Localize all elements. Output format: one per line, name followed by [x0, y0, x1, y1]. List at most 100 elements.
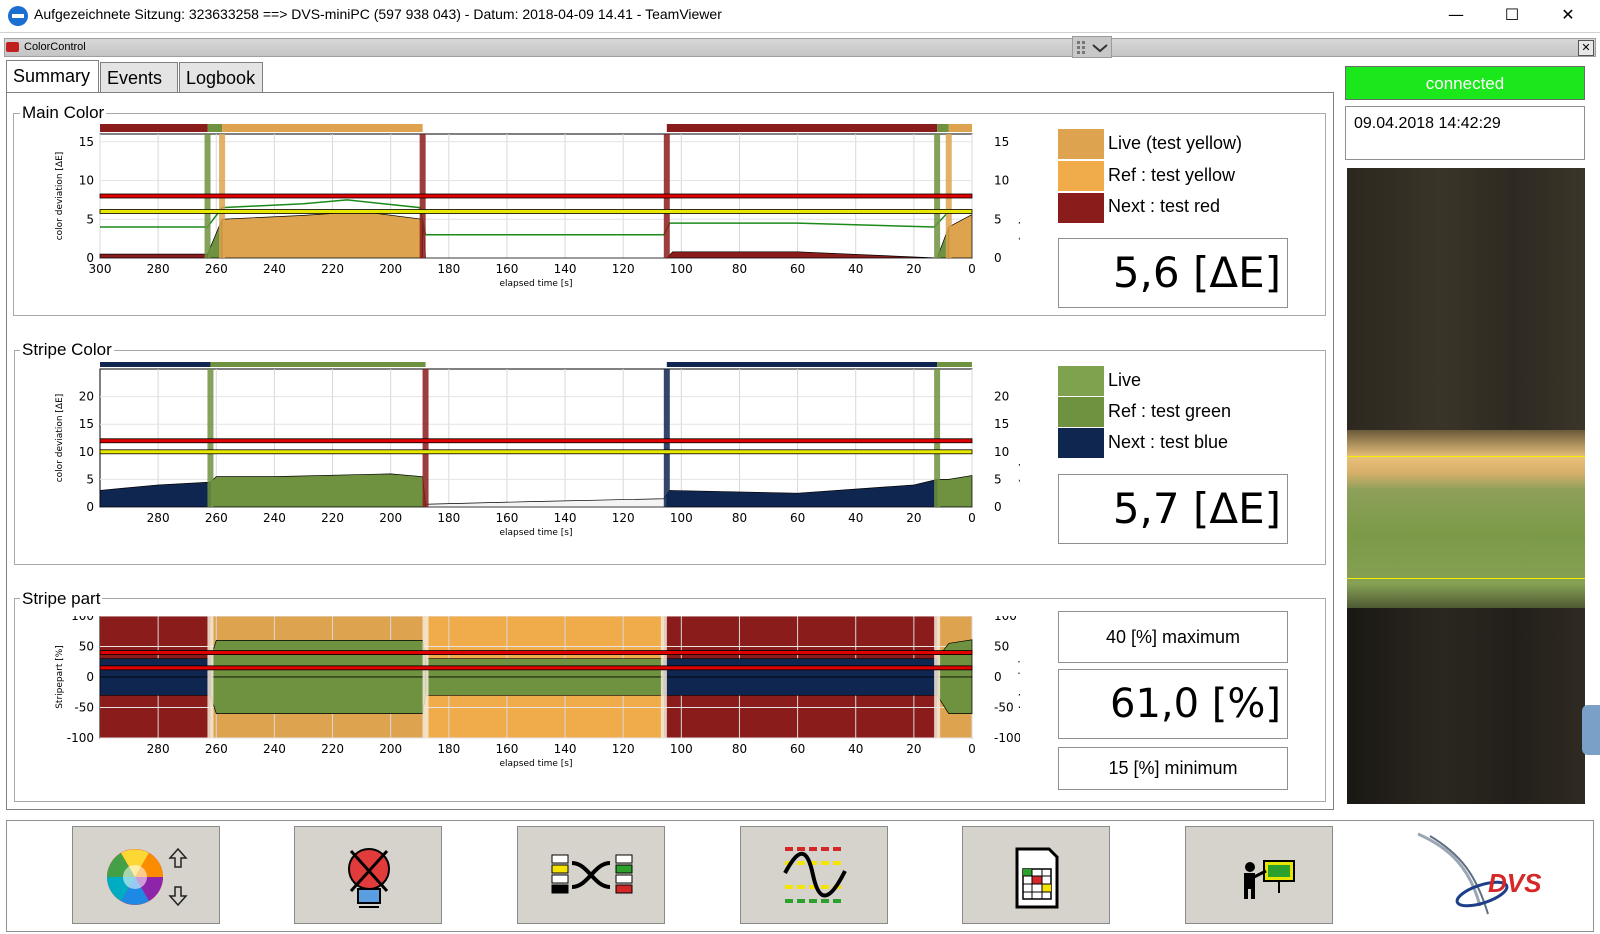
lamp-off-button[interactable] — [294, 826, 442, 924]
x-tick-label: 220 — [321, 742, 344, 756]
transition-marker — [934, 616, 941, 738]
series-area — [663, 676, 938, 696]
shuffle-icon — [551, 854, 633, 894]
chevron-down-icon — [1077, 41, 1108, 54]
legend-swatch-next — [1058, 193, 1104, 223]
x-axis-label: elapsed time [s] — [500, 528, 573, 538]
x-tick-label: 280 — [147, 511, 170, 525]
shuffle-button[interactable] — [517, 826, 665, 924]
tab-events[interactable]: Events — [100, 62, 178, 92]
x-axis-label: elapsed time [s] — [500, 279, 573, 289]
x-tick-label: 40 — [848, 511, 863, 525]
close-button[interactable]: ✕ — [1540, 0, 1596, 32]
x-tick-label: 20 — [906, 511, 921, 525]
app-close-button[interactable]: ✕ — [1578, 40, 1594, 56]
x-tick-label: 160 — [495, 742, 518, 756]
presentation-button[interactable] — [1185, 826, 1333, 924]
dvs-logo-text: DVS — [1488, 868, 1542, 898]
legend-label-live: Live (test yellow) — [1108, 133, 1243, 153]
y-tick-label: 0 — [86, 500, 94, 514]
y-tick-label: 100 — [71, 616, 94, 623]
y2-axis-label: color deviation [ΔE] — [1017, 394, 1020, 483]
y-tick-label: 5 — [86, 472, 94, 486]
legend-label-live: Live — [1108, 370, 1142, 390]
app-titlebar — [4, 38, 1596, 57]
stripe-color-value: 5,7 [ΔE] — [1058, 474, 1288, 544]
x-tick-label: 40 — [848, 262, 863, 276]
color-adjust-button[interactable] — [72, 826, 220, 924]
status-bar-segment — [100, 362, 211, 367]
series-area — [210, 473, 426, 508]
dvs-logo: DVS — [1410, 828, 1560, 928]
legend-label-ref: Ref : test green — [1108, 401, 1232, 421]
series-area — [99, 676, 211, 696]
stripe-part-value: 61,0 [%] — [1058, 669, 1288, 739]
report-button[interactable] — [962, 826, 1110, 924]
app-title: ColorControl — [24, 41, 86, 53]
series-area — [99, 253, 208, 259]
x-tick-label: 260 — [205, 742, 228, 756]
x-tick-label: 80 — [732, 511, 747, 525]
x-tick-label: 20 — [906, 742, 921, 756]
series-area — [210, 676, 426, 714]
y2-tick-label: 5 — [994, 472, 1002, 486]
y2-tick-label: 10 — [994, 174, 1009, 188]
y2-axis-label: color deviation [ΔE] — [1017, 152, 1020, 241]
x-tick-label: 240 — [263, 742, 286, 756]
y-tick-label: 10 — [79, 445, 94, 459]
series-area — [936, 475, 973, 508]
y2-tick-label: 0 — [994, 670, 1002, 684]
y2-tick-label: 100 — [994, 616, 1017, 623]
x-tick-label: 60 — [790, 742, 805, 756]
tab-summary[interactable]: Summary — [6, 60, 99, 93]
x-tick-label: 180 — [437, 742, 460, 756]
y-tick-label: 0 — [86, 670, 94, 684]
app-icon — [6, 42, 19, 52]
x-tick-label: 60 — [790, 262, 805, 276]
y2-tick-label: 20 — [994, 390, 1009, 404]
status-bar-segment — [666, 124, 938, 132]
y-tick-label: 10 — [79, 174, 94, 188]
threshold-line — [99, 665, 973, 671]
legend-swatch-ref — [1058, 397, 1104, 427]
series-area — [210, 640, 426, 678]
y-tick-label: 0 — [86, 251, 94, 265]
transition-marker — [663, 369, 670, 507]
status-bar-segment — [222, 124, 423, 132]
y2-tick-label: -100 — [994, 731, 1020, 745]
minimize-button[interactable]: — — [1428, 0, 1484, 32]
stripe-part-chart: 280 260 240 220 200 180 160 140 120 100 80 60 40 20 0-… — [55, 616, 1020, 769]
maximize-button[interactable]: ☐ — [1484, 0, 1540, 32]
legend-label-next: Next : test blue — [1108, 432, 1229, 452]
x-tick-label: 40 — [848, 742, 863, 756]
session-toolbar-handle[interactable] — [1072, 36, 1112, 58]
tab-logbook[interactable]: Logbook — [179, 62, 263, 92]
y2-tick-label: 50 — [994, 640, 1009, 654]
x-tick-label: 120 — [612, 511, 635, 525]
main-color-chart: 300 280 260 240 220 200 180 160 140 120 100 80 60 40 2… — [55, 124, 1020, 289]
x-tick-label: 160 — [495, 511, 518, 525]
y2-tick-label: 5 — [994, 212, 1002, 226]
x-tick-label: 140 — [554, 511, 577, 525]
color-wheel-icon — [107, 847, 188, 907]
side-handle[interactable] — [1582, 705, 1600, 755]
x-tick-label: 160 — [495, 262, 518, 276]
transition-marker — [422, 616, 429, 738]
transition-marker — [207, 369, 214, 507]
transition-marker — [660, 616, 667, 738]
y2-tick-label: 10 — [994, 445, 1009, 459]
stripe-color-title: Stripe Color — [20, 340, 114, 360]
legend-label-next: Next : test red — [1108, 196, 1221, 216]
y2-tick-label: 0 — [994, 500, 1002, 514]
y2-tick-label: 0 — [994, 251, 1002, 265]
tolerance-button[interactable] — [740, 826, 888, 924]
x-tick-label: 200 — [379, 262, 402, 276]
status-bar-segment — [937, 124, 949, 132]
window-title: Aufgezeichnete Sitzung: 323633258 ==> DV… — [34, 6, 722, 22]
y-tick-label: 5 — [86, 212, 94, 226]
x-tick-label: 180 — [437, 262, 460, 276]
x-tick-label: 280 — [147, 742, 170, 756]
x-tick-label: 0 — [968, 262, 976, 276]
main-color-title: Main Color — [20, 103, 107, 123]
threshold-line — [99, 209, 973, 214]
